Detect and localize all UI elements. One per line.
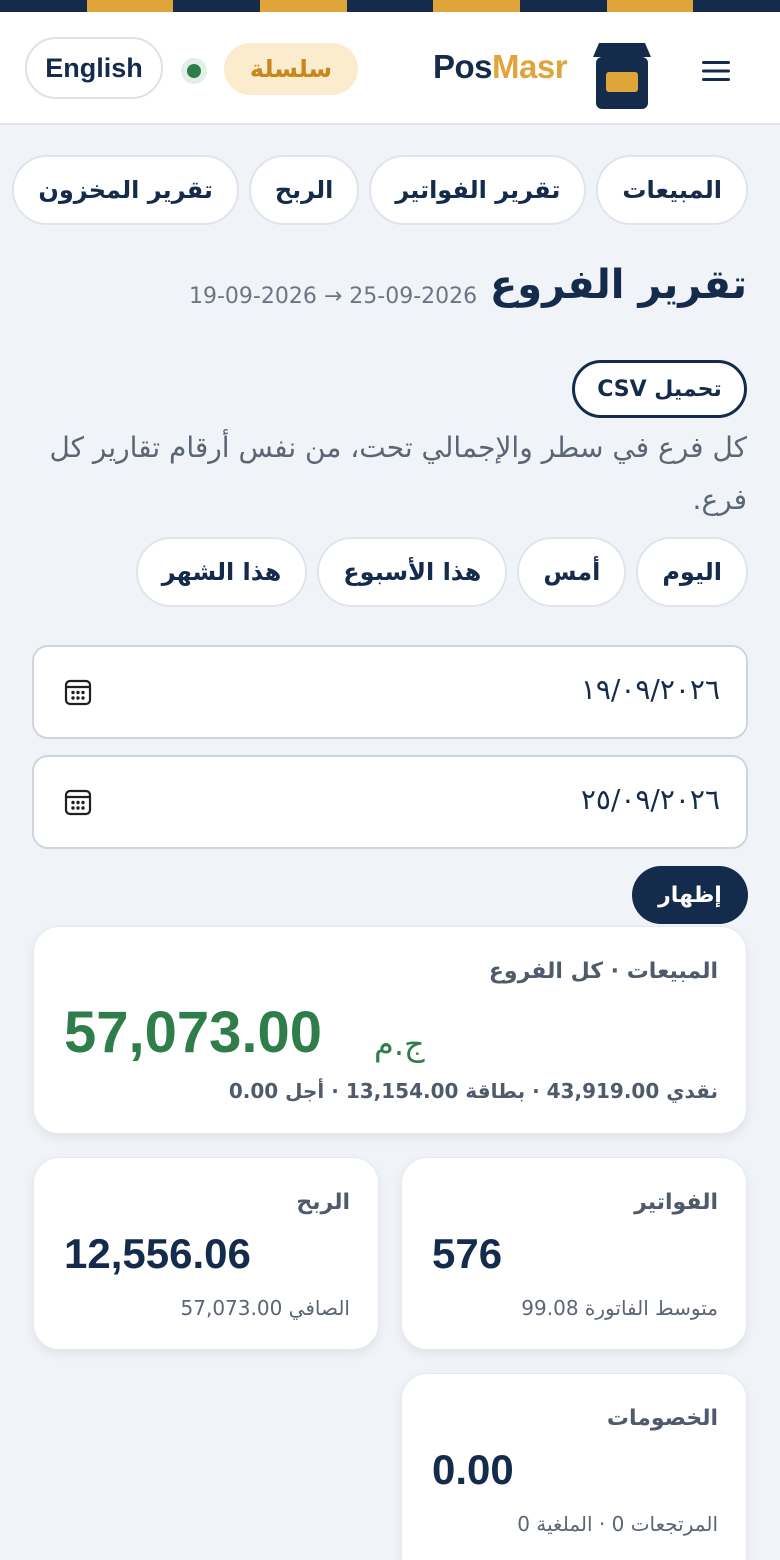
calendar-icon[interactable] [64,788,92,816]
date-range-label: 19-09-2026 → 25-09-2026 [189,284,478,309]
brand-name-part2: Masr [492,48,568,85]
show-report-button[interactable]: إظهار [632,866,748,924]
top-accent-stripe [0,0,780,12]
sales-card-label: المبيعات · كل الفروع [488,959,718,984]
preset-today[interactable]: اليوم [636,537,748,607]
discounts-value: 0.00 [432,1446,514,1493]
sales-summary-card: المبيعات · كل الفروع 57,073.00 ج.م نقدي … [33,926,747,1134]
invoices-average: متوسط الفاتورة 99.08 [521,1296,718,1320]
returns-voids-summary: المرتجعات 0 · الملغية 0 [517,1512,718,1536]
top-bar: English سلسلة PosMasr [0,12,780,125]
tab-profit[interactable]: الربح [248,155,360,225]
profit-net: الصافي 57,073.00 [180,1296,350,1320]
brand-name-part1: Pos [433,48,493,85]
tab-invoices-report[interactable]: تقرير الفواتير [369,155,587,225]
preset-this-week[interactable]: هذا الأسبوع [317,537,508,607]
from-date-field[interactable]: ١٩/٠٩/٢٠٢٦ [32,645,748,739]
profit-value: 12,556.06 [64,1230,251,1277]
sales-currency: ج.م [374,1025,425,1063]
tab-inventory-report[interactable]: تقرير المخزون [12,155,239,225]
download-csv-button[interactable]: تحميل CSV [572,360,747,418]
invoices-count: 576 [432,1230,503,1277]
from-date-value: ١٩/٠٩/٢٠٢٦ [580,673,720,706]
preset-yesterday[interactable]: أمس [517,537,627,607]
discounts-card-label: الخصومات [606,1406,718,1431]
profit-card-label: الربح [296,1190,350,1215]
invoices-card-label: الفواتير [634,1190,718,1215]
page-title: تقرير الفروع [489,262,747,308]
invoices-summary-card: الفواتير 576 متوسط الفاتورة 99.08 [401,1157,747,1350]
date-presets-scroller[interactable]: اليوم أمس هذا الأسبوع هذا الشهر [32,537,748,609]
tab-sales[interactable]: المبيعات [596,155,748,225]
report-description: كل فرع في سطر والإجمالي تحت، من نفس أرقا… [49,431,747,516]
to-date-field[interactable]: ٢٥/٠٩/٢٠٢٦ [32,755,748,849]
profit-summary-card: الربح 12,556.06 الصافي 57,073.00 [33,1157,379,1350]
online-status-indicator [181,58,207,84]
calendar-icon[interactable] [64,678,92,706]
store-box-icon [593,43,651,109]
to-date-value: ٢٥/٠٩/٢٠٢٦ [580,783,720,816]
hamburger-menu-icon[interactable] [697,56,735,86]
plan-badge: سلسلة [224,43,358,95]
preset-this-month[interactable]: هذا الشهر [135,537,308,607]
sales-payment-breakdown: نقدي 43,919.00 · بطاقة 13,154.00 · أجل 0… [228,1079,718,1103]
discounts-summary-card: الخصومات 0.00 المرتجعات 0 · الملغية 0 [401,1373,747,1560]
sales-total-amount: 57,073.00 [64,1000,323,1065]
language-toggle-button[interactable]: English [25,37,163,99]
brand-name[interactable]: PosMasr [433,48,568,86]
report-tabs: المبيعات تقرير الفواتير الربح تقرير المخ… [12,155,748,225]
